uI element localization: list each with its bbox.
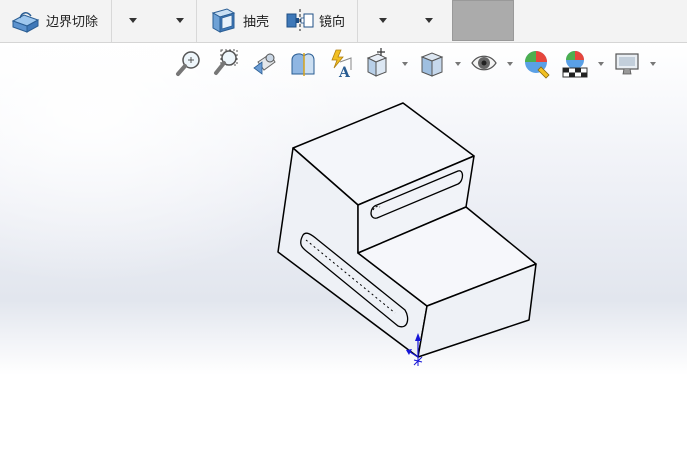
part-model-view[interactable] [0,0,687,458]
part-edges [277,102,537,358]
